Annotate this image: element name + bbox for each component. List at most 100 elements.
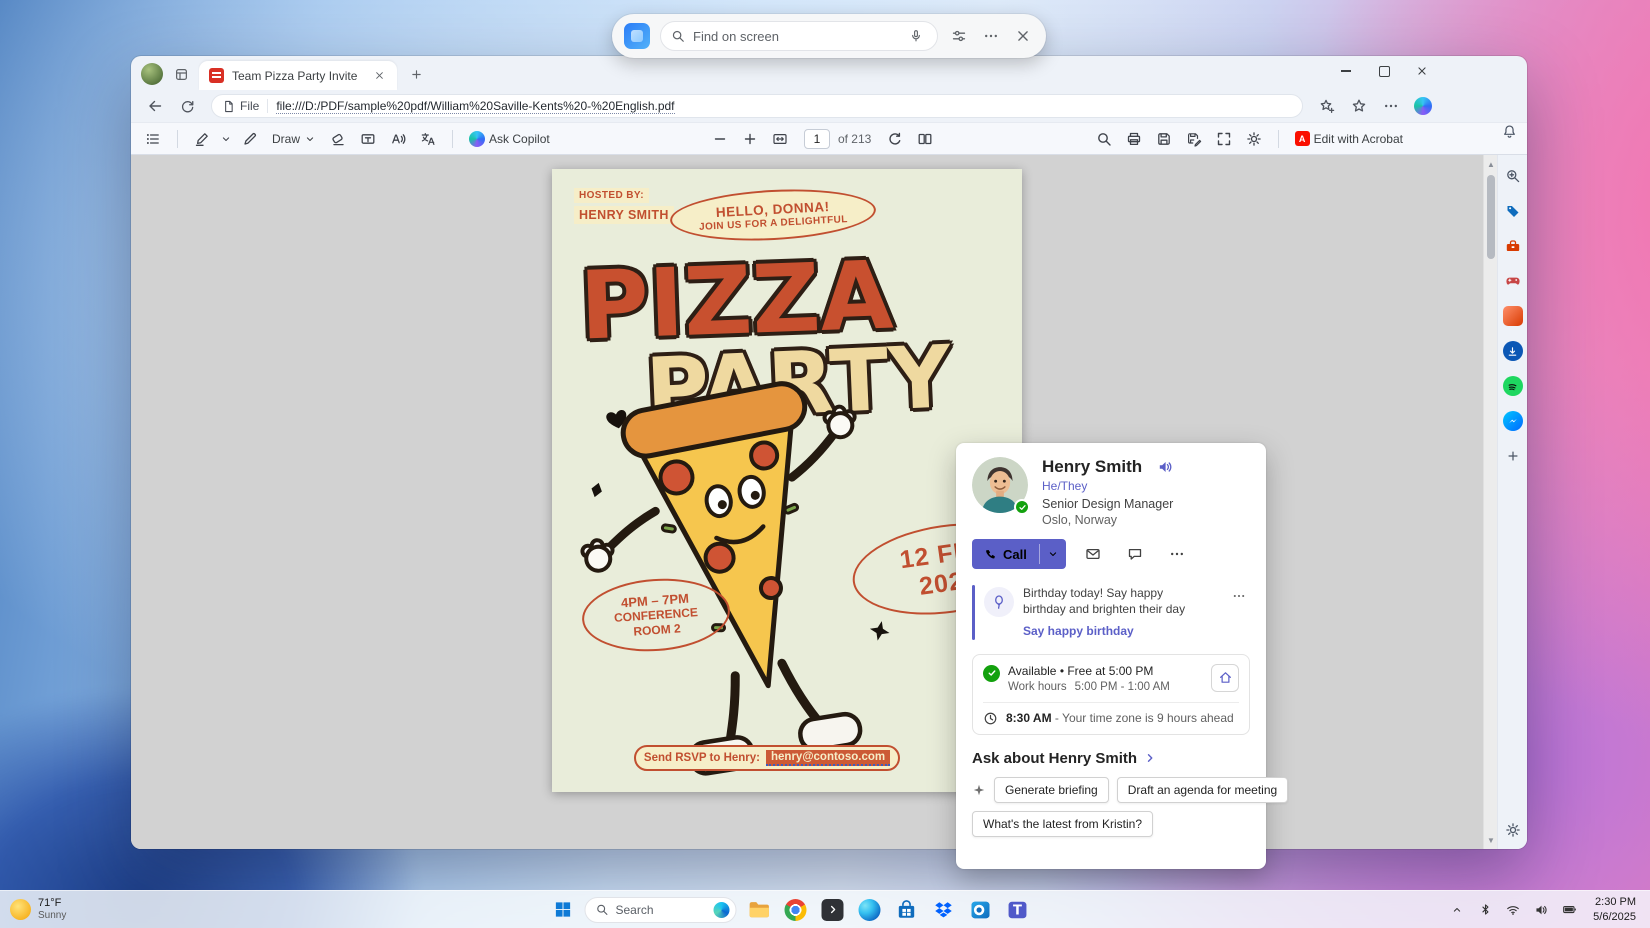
clock[interactable]: 2:30 PM 5/6/2025 bbox=[1593, 895, 1636, 925]
scrollbar-thumb[interactable] bbox=[1487, 175, 1495, 259]
maximize-button[interactable] bbox=[1365, 56, 1403, 86]
tab-close-icon[interactable] bbox=[371, 68, 387, 84]
pdf-scrollbar[interactable]: ▲ ▼ bbox=[1483, 155, 1497, 849]
suggestion-chip-latest-from-kristin[interactable]: What's the latest from Kristin? bbox=[972, 811, 1153, 837]
zoom-in-icon[interactable] bbox=[736, 126, 764, 152]
copilot-icon[interactable] bbox=[1409, 92, 1437, 120]
chat-icon[interactable] bbox=[1120, 539, 1150, 569]
teams-icon[interactable] bbox=[1003, 895, 1033, 925]
fullscreen-icon[interactable] bbox=[1210, 126, 1238, 152]
pronounce-name-icon[interactable] bbox=[1156, 458, 1174, 476]
weather-widget[interactable]: 71°F Sunny bbox=[10, 891, 66, 928]
avatar[interactable] bbox=[972, 457, 1028, 513]
page-number-input[interactable] bbox=[804, 129, 830, 149]
start-button[interactable] bbox=[548, 895, 578, 925]
suggestion-chip-generate-briefing[interactable]: Generate briefing bbox=[994, 777, 1109, 803]
hidden-icons-chevron[interactable] bbox=[1445, 897, 1469, 923]
profile-avatar[interactable] bbox=[141, 63, 163, 85]
scroll-down-icon[interactable]: ▼ bbox=[1484, 833, 1498, 847]
volume-icon[interactable] bbox=[1529, 897, 1553, 923]
back-button[interactable] bbox=[141, 92, 169, 120]
birthday-more-icon[interactable] bbox=[1228, 585, 1250, 607]
add-favorite-icon[interactable] bbox=[1313, 92, 1341, 120]
address-bar[interactable]: File file:///D:/PDF/sample%20pdf/William… bbox=[211, 94, 1303, 118]
work-location-home-icon[interactable] bbox=[1211, 664, 1239, 692]
edge-icon[interactable] bbox=[855, 895, 885, 925]
url-text[interactable]: file:///D:/PDF/sample%20pdf/William%20Sa… bbox=[276, 99, 674, 114]
save-icon[interactable] bbox=[1150, 126, 1178, 152]
games-icon[interactable] bbox=[1502, 270, 1524, 292]
eraser-icon[interactable] bbox=[324, 126, 352, 152]
call-options-chevron[interactable] bbox=[1040, 539, 1066, 569]
sidebar-settings-icon[interactable] bbox=[1502, 819, 1524, 841]
find-more-button[interactable] bbox=[980, 25, 1002, 47]
shopping-icon[interactable] bbox=[1502, 200, 1524, 222]
notifications-bell-icon[interactable] bbox=[1498, 120, 1520, 142]
sidebar-search-icon[interactable] bbox=[1502, 165, 1524, 187]
rsvp-email-link[interactable]: henry@contoso.com bbox=[766, 750, 890, 766]
call-label: Call bbox=[1003, 547, 1027, 562]
rotate-icon[interactable] bbox=[881, 126, 909, 152]
find-on-screen-input[interactable] bbox=[693, 29, 897, 44]
translate-icon[interactable] bbox=[414, 126, 442, 152]
drop-icon[interactable] bbox=[1502, 340, 1524, 362]
scroll-up-icon[interactable]: ▲ bbox=[1484, 157, 1498, 171]
minimize-button[interactable] bbox=[1327, 56, 1365, 86]
more-options-icon[interactable] bbox=[1162, 539, 1192, 569]
ask-copilot-button[interactable]: Ask Copilot bbox=[463, 126, 556, 152]
dropbox-icon[interactable] bbox=[929, 895, 959, 925]
pen-icon[interactable] bbox=[236, 126, 264, 152]
save-as-icon[interactable] bbox=[1180, 126, 1208, 152]
spotify-icon[interactable] bbox=[1502, 375, 1524, 397]
add-sidebar-app-icon[interactable] bbox=[1502, 445, 1524, 467]
search-document-icon[interactable] bbox=[1090, 126, 1118, 152]
say-happy-birthday-link[interactable]: Say happy birthday bbox=[1023, 623, 1134, 639]
browser-tab[interactable]: Team Pizza Party Invite bbox=[199, 61, 397, 90]
zoom-out-icon[interactable] bbox=[706, 126, 734, 152]
draw-label: Draw bbox=[272, 132, 300, 146]
browser-titlebar[interactable]: Team Pizza Party Invite bbox=[131, 56, 1527, 90]
favorites-icon[interactable] bbox=[1345, 92, 1373, 120]
new-tab-button[interactable] bbox=[403, 61, 429, 87]
page-view-icon[interactable] bbox=[911, 126, 939, 152]
store-icon[interactable] bbox=[892, 895, 922, 925]
file-explorer-icon[interactable] bbox=[744, 895, 774, 925]
mic-icon[interactable] bbox=[905, 25, 927, 47]
file-protocol-chip[interactable]: File bbox=[222, 99, 268, 113]
profile-card: Henry Smith He/They Senior Design Manage… bbox=[956, 443, 1266, 869]
highlighter-dropdown-icon[interactable] bbox=[218, 126, 234, 152]
email-icon[interactable] bbox=[1078, 539, 1108, 569]
find-on-screen-field[interactable] bbox=[660, 21, 938, 51]
print-icon[interactable] bbox=[1120, 126, 1148, 152]
tab-actions-icon[interactable] bbox=[169, 62, 193, 86]
draw-button[interactable]: Draw bbox=[266, 126, 322, 152]
refresh-button[interactable] bbox=[173, 92, 201, 120]
bluetooth-icon[interactable] bbox=[1473, 897, 1497, 923]
wifi-icon[interactable] bbox=[1501, 897, 1525, 923]
find-close-button[interactable] bbox=[1012, 25, 1034, 47]
add-text-icon[interactable] bbox=[354, 126, 382, 152]
edit-with-acrobat-button[interactable]: A Edit with Acrobat bbox=[1289, 126, 1409, 152]
work-hours-label: Work hours bbox=[1008, 681, 1067, 693]
find-settings-button[interactable] bbox=[948, 25, 970, 47]
battery-icon[interactable] bbox=[1557, 897, 1581, 923]
window-close-button[interactable] bbox=[1403, 56, 1441, 86]
outlook-icon[interactable] bbox=[966, 895, 996, 925]
pdf-viewport[interactable]: PIZZA PARTY bbox=[131, 155, 1483, 849]
taskbar-search[interactable]: Search bbox=[585, 897, 737, 923]
chrome-icon[interactable] bbox=[781, 895, 811, 925]
read-aloud-icon[interactable] bbox=[384, 126, 412, 152]
taskbar-center: Search bbox=[548, 891, 1033, 928]
call-button[interactable]: Call bbox=[972, 539, 1039, 569]
ask-about-section[interactable]: Ask about Henry Smith bbox=[972, 750, 1250, 767]
toc-icon[interactable] bbox=[139, 126, 167, 152]
messenger-icon[interactable] bbox=[1502, 410, 1524, 432]
m365-icon[interactable] bbox=[1502, 305, 1524, 327]
pdf-settings-icon[interactable] bbox=[1240, 126, 1268, 152]
terminal-icon[interactable] bbox=[818, 895, 848, 925]
tools-icon[interactable] bbox=[1502, 235, 1524, 257]
browser-more-icon[interactable] bbox=[1377, 92, 1405, 120]
highlighter-icon[interactable] bbox=[188, 126, 216, 152]
suggestion-chip-draft-agenda[interactable]: Draft an agenda for meeting bbox=[1117, 777, 1288, 803]
fit-width-icon[interactable] bbox=[766, 126, 794, 152]
